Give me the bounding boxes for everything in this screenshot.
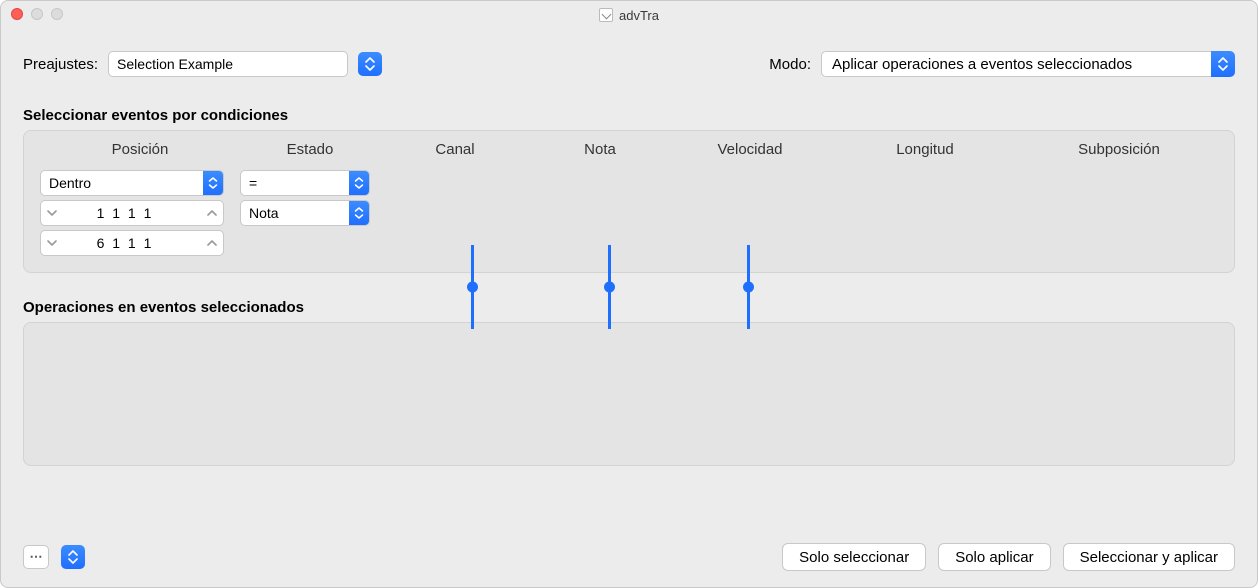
header-subposicion: Subposición [1020, 141, 1218, 158]
options-button[interactable]: ⋯ [23, 545, 49, 569]
operations-panel [23, 322, 1235, 466]
compare-op-value: = [241, 175, 349, 191]
position-from-value: 1 1 1 1 [63, 205, 201, 221]
chevron-updown-icon [349, 171, 369, 195]
canal-slider[interactable] [471, 245, 474, 329]
position-to-stepper[interactable]: 6 1 1 1 [40, 230, 224, 256]
nota-slider[interactable] [608, 245, 611, 329]
header-canal: Canal [380, 141, 530, 158]
footer-bar: ⋯ Solo seleccionar Solo aplicar Seleccio… [23, 543, 1235, 571]
header-posicion: Posición [40, 141, 240, 158]
select-only-button[interactable]: Solo seleccionar [782, 543, 926, 571]
window-controls [11, 8, 63, 20]
chevron-updown-icon [349, 201, 369, 225]
window-title-wrap: advTra [599, 8, 659, 23]
stepper-down-button[interactable] [41, 240, 63, 247]
stepper-up-button[interactable] [201, 210, 223, 217]
conditions-row-2: 1 1 1 1 Nota [34, 198, 1224, 228]
header-velocidad: Velocidad [670, 141, 830, 158]
mode-select[interactable]: Aplicar operaciones a eventos selecciona… [821, 51, 1211, 77]
header-longitud: Longitud [830, 141, 1020, 158]
stepper-down-button[interactable] [41, 210, 63, 217]
position-to-value: 6 1 1 1 [63, 235, 201, 251]
preset-value: Selection Example [117, 56, 233, 72]
type-select[interactable]: Nota [240, 200, 370, 226]
document-icon [599, 8, 613, 22]
mode-label: Modo: [769, 56, 811, 73]
options-menu-button[interactable] [61, 545, 85, 569]
stepper-up-button[interactable] [201, 240, 223, 247]
select-and-apply-label: Seleccionar y aplicar [1080, 549, 1218, 566]
apply-only-button[interactable]: Solo aplicar [938, 543, 1050, 571]
minimize-window-button[interactable] [31, 8, 43, 20]
velocidad-slider[interactable] [747, 245, 750, 329]
conditions-row-1: Dentro = [34, 168, 1224, 198]
type-value: Nota [241, 205, 349, 221]
top-toolbar: Preajustes: Selection Example Modo: Apli… [23, 51, 1235, 77]
mode-menu-button[interactable] [1211, 51, 1235, 77]
preset-field[interactable]: Selection Example [108, 51, 348, 77]
preset-label: Preajustes: [23, 56, 98, 73]
preset-menu-button[interactable] [358, 52, 382, 76]
title-bar: advTra [1, 1, 1257, 29]
slider-knob[interactable] [743, 282, 754, 293]
ellipsis-icon: ⋯ [30, 549, 43, 565]
conditions-headers: Posición Estado Canal Nota Velocidad Lon… [34, 141, 1224, 168]
header-estado: Estado [240, 141, 380, 158]
slider-knob[interactable] [467, 282, 478, 293]
window-title: advTra [619, 8, 659, 23]
range-mode-select[interactable]: Dentro [40, 170, 224, 196]
position-from-stepper[interactable]: 1 1 1 1 [40, 200, 224, 226]
zoom-window-button[interactable] [51, 8, 63, 20]
operations-section-title: Operaciones en eventos seleccionados [23, 299, 1235, 316]
mode-value: Aplicar operaciones a eventos selecciona… [832, 56, 1132, 73]
range-mode-value: Dentro [41, 175, 203, 191]
conditions-section-title: Seleccionar eventos por condiciones [23, 107, 1235, 124]
chevron-updown-icon [203, 171, 223, 195]
select-only-label: Solo seleccionar [799, 549, 909, 566]
conditions-panel: Posición Estado Canal Nota Velocidad Lon… [23, 130, 1235, 273]
window: advTra Preajustes: Selection Example Mod… [0, 0, 1258, 588]
slider-knob[interactable] [604, 282, 615, 293]
header-nota: Nota [530, 141, 670, 158]
close-window-button[interactable] [11, 8, 23, 20]
content-area: Preajustes: Selection Example Modo: Apli… [1, 29, 1257, 587]
apply-only-label: Solo aplicar [955, 549, 1033, 566]
conditions-row-3: 6 1 1 1 [34, 228, 1224, 258]
compare-op-select[interactable]: = [240, 170, 370, 196]
select-and-apply-button[interactable]: Seleccionar y aplicar [1063, 543, 1235, 571]
